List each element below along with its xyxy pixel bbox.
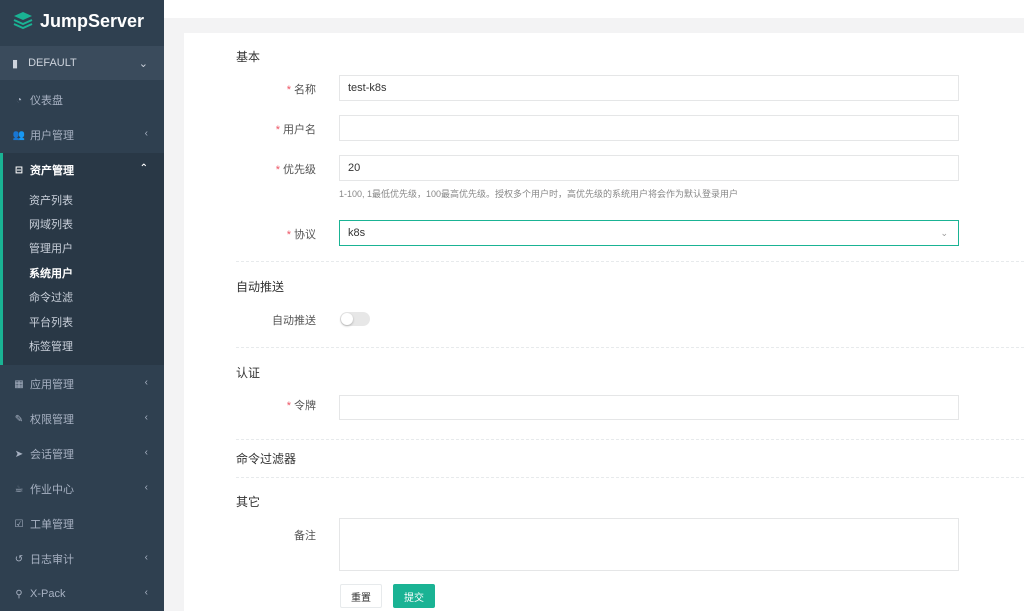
reset-button[interactable]: 重置 bbox=[340, 584, 382, 608]
chevron-down-icon: ⌄ bbox=[138, 58, 148, 70]
chevron-left-icon: ‹ bbox=[144, 482, 148, 493]
autopush-label: 自动推送 bbox=[272, 315, 316, 327]
sidebar: JumpServer ▮ DEFAULT ⌄ ◔ 仪表盘 👥 用户管理 ‹ ⊟ … bbox=[0, 0, 164, 611]
edit-icon: ✎ bbox=[14, 413, 24, 425]
section-title-basic: 基本 bbox=[236, 50, 261, 64]
chevron-down-icon: ⌄ bbox=[940, 228, 948, 238]
form-panel: 基本 * 名称 test-k8s * 用户名 * 优先级 20 1-100, 1最低优… bbox=[184, 33, 1024, 611]
submenu-asset-list[interactable]: 资产列表 bbox=[29, 192, 73, 208]
sidebar-item-xpack[interactable]: ⚲ X-Pack ‹ bbox=[0, 577, 164, 611]
token-label: * 令牌 bbox=[286, 400, 316, 412]
sitemap-icon: ⚲ bbox=[15, 588, 23, 600]
coffee-icon: ☕ bbox=[14, 483, 24, 495]
name-label: * 名称 bbox=[286, 84, 316, 96]
protocol-label: * 协议 bbox=[286, 229, 316, 241]
sidebar-item-label: 用户管理 bbox=[30, 130, 74, 142]
sidebar-item-label: X-Pack bbox=[30, 588, 66, 600]
sidebar-item-label: 工单管理 bbox=[30, 519, 74, 531]
protocol-select[interactable]: k8s ⌄ bbox=[339, 220, 959, 246]
chevron-left-icon: ‹ bbox=[144, 587, 148, 598]
asset-submenu bbox=[0, 187, 164, 365]
divider bbox=[236, 477, 1024, 478]
check-square-icon: ☑ bbox=[14, 518, 24, 530]
sidebar-item-label: 资产管理 bbox=[30, 165, 74, 177]
sidebar-item-audits[interactable]: ↺ 日志审计 ‹ bbox=[0, 542, 164, 576]
section-title-auth: 认证 bbox=[236, 366, 261, 380]
sidebar-item-tickets[interactable]: ☑ 工单管理 bbox=[0, 507, 164, 541]
sidebar-item-assets[interactable]: ⊟ 资产管理 ⌃ bbox=[0, 153, 164, 187]
sidebar-item-jobs[interactable]: ☕ 作业中心 ‹ bbox=[0, 472, 164, 506]
dashboard-icon: ◔ bbox=[15, 94, 23, 106]
sidebar-item-dashboard[interactable]: ◔ 仪表盘 bbox=[0, 83, 164, 117]
logo-icon bbox=[13, 12, 33, 30]
submenu-domain-list[interactable]: 网域列表 bbox=[29, 216, 73, 232]
submenu-command-filter[interactable]: 命令过滤 bbox=[29, 289, 73, 305]
divider bbox=[236, 261, 1024, 262]
sidebar-item-label: 权限管理 bbox=[30, 414, 74, 426]
bookmark-icon: ▮ bbox=[12, 57, 19, 70]
priority-input[interactable]: 20 bbox=[339, 155, 959, 181]
submenu-admin-user[interactable]: 管理用户 bbox=[29, 240, 73, 256]
protocol-value: k8s bbox=[348, 227, 366, 239]
rocket-icon: ➤ bbox=[14, 448, 24, 460]
username-label: * 用户名 bbox=[275, 124, 316, 136]
chevron-left-icon: ‹ bbox=[144, 128, 148, 139]
section-title-other: 其它 bbox=[236, 495, 261, 509]
submenu-label-manage[interactable]: 标签管理 bbox=[29, 338, 73, 354]
token-textarea[interactable] bbox=[339, 395, 959, 420]
submit-button[interactable]: 提交 bbox=[393, 584, 435, 608]
chevron-left-icon: ‹ bbox=[144, 552, 148, 563]
inbox-icon: ⊟ bbox=[14, 164, 24, 176]
section-title-autopush: 自动推送 bbox=[236, 280, 285, 294]
sidebar-item-label: 应用管理 bbox=[30, 379, 74, 391]
users-icon: 👥 bbox=[12, 129, 26, 141]
app-logo[interactable]: JumpServer bbox=[0, 0, 164, 42]
section-title-command-filter: 命令过滤器 bbox=[236, 452, 297, 466]
toggle-knob bbox=[341, 313, 353, 325]
grid-icon: ▦ bbox=[14, 378, 24, 390]
name-input[interactable]: test-k8s bbox=[339, 75, 959, 101]
sidebar-item-label: 日志审计 bbox=[30, 554, 74, 566]
divider bbox=[236, 347, 1024, 348]
submenu-platform-list[interactable]: 平台列表 bbox=[29, 314, 73, 330]
submenu-system-user[interactable]: 系统用户 bbox=[29, 265, 73, 281]
chevron-left-icon: ‹ bbox=[144, 447, 148, 458]
comment-label: 备注 bbox=[294, 530, 316, 542]
comment-textarea[interactable] bbox=[339, 518, 959, 571]
sidebar-item-label: 会话管理 bbox=[30, 449, 74, 461]
chevron-left-icon: ‹ bbox=[144, 377, 148, 388]
history-icon: ↺ bbox=[14, 553, 24, 565]
sidebar-item-label: 仪表盘 bbox=[30, 95, 63, 107]
chevron-up-icon: ⌃ bbox=[139, 163, 148, 174]
sidebar-item-label: 作业中心 bbox=[30, 484, 74, 496]
priority-label: * 优先级 bbox=[275, 164, 316, 176]
sidebar-item-users[interactable]: 👥 用户管理 ‹ bbox=[0, 118, 164, 152]
top-navbar bbox=[164, 0, 1024, 18]
org-label: DEFAULT bbox=[28, 57, 77, 69]
logo-text: JumpServer bbox=[40, 10, 145, 31]
chevron-left-icon: ‹ bbox=[144, 412, 148, 423]
priority-help-text: 1-100, 1最低优先级，100最高优先级。授权多个用户时，高优先级的系统用户… bbox=[339, 189, 739, 199]
divider bbox=[236, 439, 1024, 440]
org-switcher[interactable]: ▮ DEFAULT ⌄ bbox=[0, 46, 164, 80]
sidebar-item-applications[interactable]: ▦ 应用管理 ‹ bbox=[0, 367, 164, 401]
sidebar-item-permissions[interactable]: ✎ 权限管理 ‹ bbox=[0, 402, 164, 436]
autopush-toggle[interactable] bbox=[340, 312, 370, 326]
username-input[interactable] bbox=[339, 115, 959, 141]
sidebar-item-sessions[interactable]: ➤ 会话管理 ‹ bbox=[0, 437, 164, 471]
